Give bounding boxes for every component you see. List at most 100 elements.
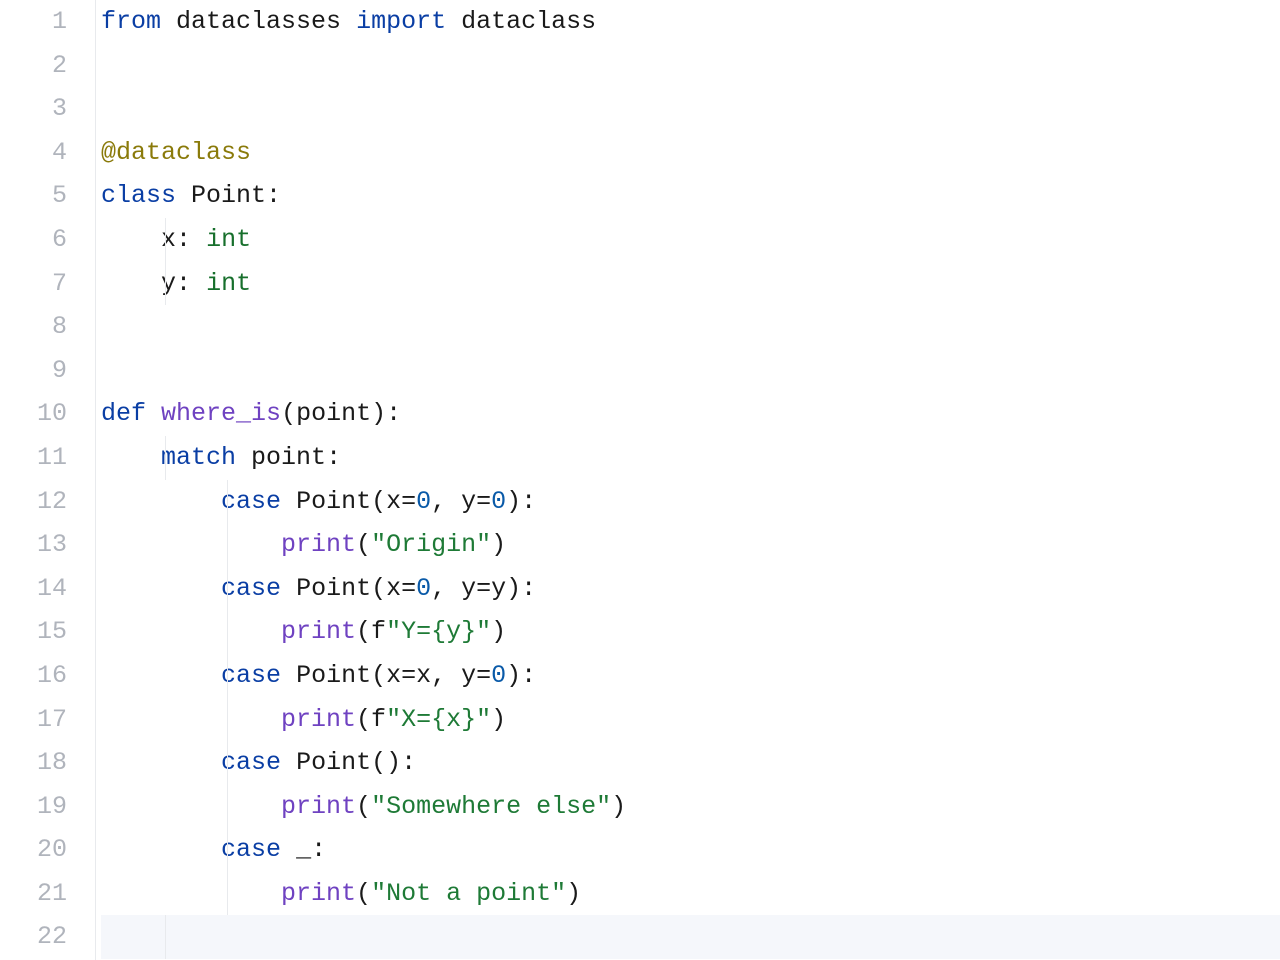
function-name: where_is bbox=[161, 399, 281, 428]
function-call: print bbox=[281, 705, 356, 734]
code-line[interactable]: def where_is(point): bbox=[101, 392, 1280, 436]
pattern-class: Point bbox=[296, 748, 371, 777]
keyword-from: from bbox=[101, 7, 161, 36]
code-line[interactable]: print("Somewhere else") bbox=[101, 785, 1280, 829]
punctuation: (x= bbox=[371, 487, 416, 516]
line-number: 15 bbox=[0, 610, 67, 654]
line-number: 7 bbox=[0, 262, 67, 306]
punctuation: ): bbox=[506, 661, 536, 690]
keyword-match: match bbox=[161, 443, 236, 472]
code-line[interactable]: print(f"X={x}") bbox=[101, 698, 1280, 742]
punctuation: (x=x, y= bbox=[371, 661, 491, 690]
punctuation: : bbox=[266, 181, 281, 210]
keyword-case: case bbox=[221, 835, 281, 864]
string-literal: "Y={y}" bbox=[386, 617, 491, 646]
keyword-import: import bbox=[356, 7, 446, 36]
code-line[interactable]: x: int bbox=[101, 218, 1280, 262]
code-line[interactable] bbox=[101, 349, 1280, 393]
line-number: 8 bbox=[0, 305, 67, 349]
code-line[interactable] bbox=[101, 305, 1280, 349]
punctuation: (f bbox=[356, 705, 386, 734]
line-number: 16 bbox=[0, 654, 67, 698]
number-literal: 0 bbox=[491, 487, 506, 516]
function-call: print bbox=[281, 879, 356, 908]
keyword-case: case bbox=[221, 574, 281, 603]
decorator: @dataclass bbox=[101, 138, 251, 167]
line-number: 9 bbox=[0, 349, 67, 393]
line-number: 13 bbox=[0, 523, 67, 567]
string-literal: "Origin" bbox=[371, 530, 491, 559]
punctuation: ) bbox=[566, 879, 581, 908]
code-line[interactable]: match point: bbox=[101, 436, 1280, 480]
punctuation: (x= bbox=[371, 574, 416, 603]
keyword-case: case bbox=[221, 487, 281, 516]
code-line[interactable]: case Point(): bbox=[101, 741, 1280, 785]
code-line[interactable]: y: int bbox=[101, 262, 1280, 306]
code-line[interactable]: class Point: bbox=[101, 174, 1280, 218]
line-number: 5 bbox=[0, 174, 67, 218]
line-number: 22 bbox=[0, 915, 67, 959]
string-literal: "Not a point" bbox=[371, 879, 566, 908]
punctuation: : bbox=[311, 835, 326, 864]
pattern-class: Point bbox=[296, 574, 371, 603]
function-call: print bbox=[281, 530, 356, 559]
line-number: 12 bbox=[0, 480, 67, 524]
punctuation: , y= bbox=[431, 487, 491, 516]
code-line[interactable]: case Point(x=0, y=y): bbox=[101, 567, 1280, 611]
keyword-case: case bbox=[221, 748, 281, 777]
class-name: Point bbox=[191, 181, 266, 210]
punctuation: : bbox=[176, 225, 191, 254]
type-annotation: int bbox=[206, 269, 251, 298]
pattern-class: Point bbox=[296, 487, 371, 516]
punctuation: , y=y): bbox=[431, 574, 536, 603]
punctuation: (): bbox=[371, 748, 416, 777]
field-name: y bbox=[161, 269, 176, 298]
code-line[interactable]: print("Origin") bbox=[101, 523, 1280, 567]
code-line[interactable]: case Point(x=0, y=0): bbox=[101, 480, 1280, 524]
pattern-class: Point bbox=[296, 661, 371, 690]
punctuation: ) bbox=[491, 530, 506, 559]
code-area[interactable]: from dataclasses import dataclass @datac… bbox=[96, 0, 1280, 960]
punctuation: ): bbox=[506, 487, 536, 516]
line-number: 2 bbox=[0, 44, 67, 88]
code-line[interactable]: from dataclasses import dataclass bbox=[101, 0, 1280, 44]
number-literal: 0 bbox=[416, 487, 431, 516]
line-number: 17 bbox=[0, 698, 67, 742]
code-line[interactable] bbox=[101, 87, 1280, 131]
punctuation: ( bbox=[356, 530, 371, 559]
code-line[interactable] bbox=[101, 44, 1280, 88]
line-number: 19 bbox=[0, 785, 67, 829]
code-line[interactable]: print(f"Y={y}") bbox=[101, 610, 1280, 654]
punctuation: ) bbox=[491, 617, 506, 646]
line-number: 3 bbox=[0, 87, 67, 131]
line-number: 11 bbox=[0, 436, 67, 480]
line-number: 6 bbox=[0, 218, 67, 262]
line-number: 18 bbox=[0, 741, 67, 785]
line-number-gutter: 1 2 3 4 5 6 7 8 9 10 11 12 13 14 15 16 1… bbox=[0, 0, 96, 960]
line-number: 21 bbox=[0, 872, 67, 916]
punctuation: ) bbox=[491, 705, 506, 734]
match-subject: point bbox=[251, 443, 326, 472]
code-line-current[interactable] bbox=[101, 915, 1280, 959]
punctuation: : bbox=[176, 269, 191, 298]
field-name: x bbox=[161, 225, 176, 254]
function-call: print bbox=[281, 617, 356, 646]
punctuation: : bbox=[326, 443, 341, 472]
string-literal: "Somewhere else" bbox=[371, 792, 611, 821]
keyword-case: case bbox=[221, 661, 281, 690]
line-number: 20 bbox=[0, 828, 67, 872]
number-literal: 0 bbox=[416, 574, 431, 603]
line-number: 10 bbox=[0, 392, 67, 436]
code-line[interactable]: print("Not a point") bbox=[101, 872, 1280, 916]
signature: (point): bbox=[281, 399, 401, 428]
code-line[interactable]: case Point(x=x, y=0): bbox=[101, 654, 1280, 698]
string-literal: "X={x}" bbox=[386, 705, 491, 734]
number-literal: 0 bbox=[491, 661, 506, 690]
wildcard-pattern: _ bbox=[296, 835, 311, 864]
keyword-class: class bbox=[101, 181, 176, 210]
punctuation: ( bbox=[356, 792, 371, 821]
line-number: 14 bbox=[0, 567, 67, 611]
code-line[interactable]: case _: bbox=[101, 828, 1280, 872]
code-editor[interactable]: 1 2 3 4 5 6 7 8 9 10 11 12 13 14 15 16 1… bbox=[0, 0, 1280, 960]
code-line[interactable]: @dataclass bbox=[101, 131, 1280, 175]
